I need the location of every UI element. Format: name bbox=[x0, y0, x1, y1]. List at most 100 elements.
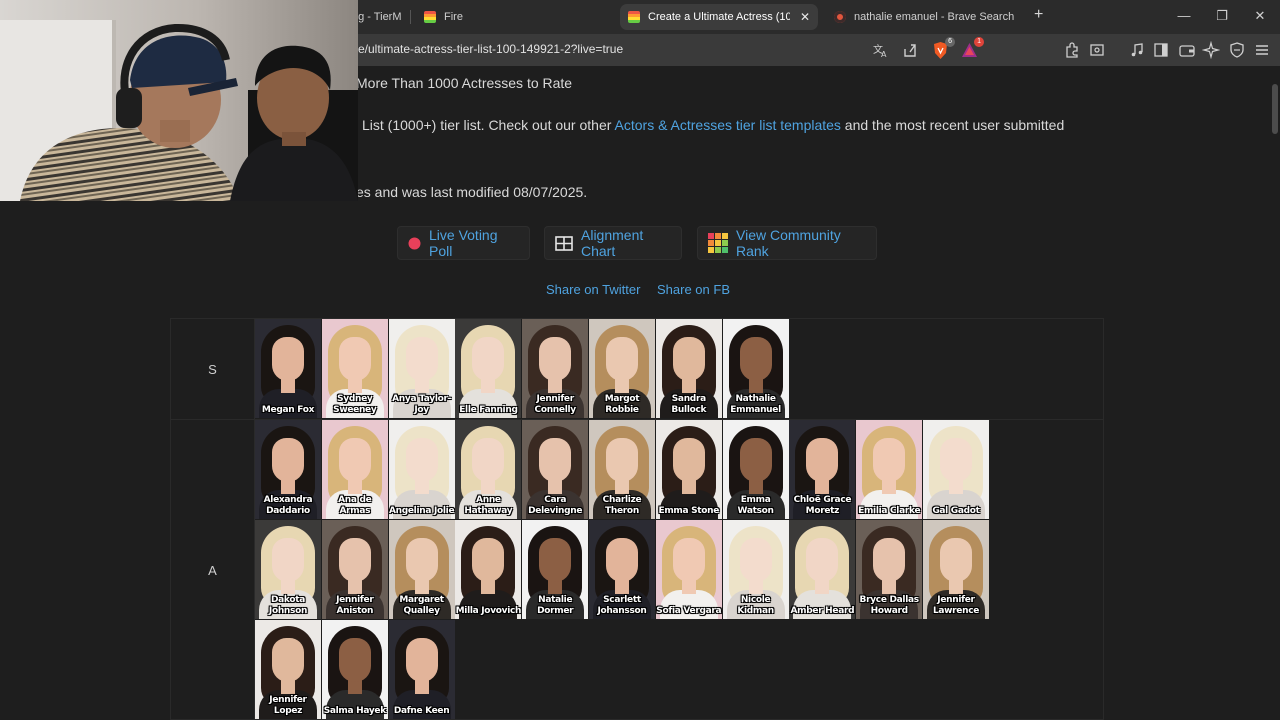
share-fb-link[interactable]: Share on FB bbox=[657, 282, 730, 297]
url-field[interactable]: e/ultimate-actress-tier-list-100-149921-… bbox=[358, 42, 623, 56]
tier-card[interactable]: Nathalie Emmanuel bbox=[722, 319, 789, 418]
tier-card[interactable]: Salma Hayek bbox=[321, 620, 388, 719]
actors-templates-link[interactable]: Actors & Actresses tier list templates bbox=[615, 117, 841, 133]
tier-card[interactable]: Emilia Clarke bbox=[856, 420, 923, 519]
tier-card-name: Cara Delevingne bbox=[528, 495, 583, 516]
tier-card[interactable]: Charlize Theron bbox=[589, 420, 655, 519]
tier-card-name: Alexandra Daddario bbox=[263, 495, 313, 516]
tier-card[interactable]: Sandra Bullock bbox=[655, 319, 722, 418]
portrait-face bbox=[606, 438, 638, 482]
tier-card[interactable]: Jennifer Lopez bbox=[255, 620, 321, 719]
tier-card[interactable]: Elle Fanning bbox=[455, 319, 522, 418]
restore-button[interactable]: ❐ bbox=[1212, 8, 1232, 24]
tier-card[interactable]: Alexandra Daddario bbox=[255, 420, 321, 519]
tier-card[interactable]: Anne Hathaway bbox=[455, 420, 522, 519]
tier-card-name: Bryce Dallas Howard bbox=[859, 595, 920, 616]
tiermaker-favicon-icon bbox=[424, 11, 436, 23]
portrait-face bbox=[472, 337, 505, 381]
last-modified-text: es and was last modified 08/07/2025. bbox=[356, 184, 588, 200]
tier-card[interactable]: Dakota Johnson bbox=[255, 520, 321, 619]
tier-card[interactable]: Anya Taylor-Joy bbox=[388, 319, 455, 418]
tier-card-name: Milla Jovovich bbox=[455, 606, 522, 616]
tier-card[interactable]: Jennifer Connelly bbox=[522, 319, 589, 418]
tier-card-name: Elle Fanning bbox=[459, 405, 518, 415]
tier-card[interactable]: Margot Robbie bbox=[589, 319, 655, 418]
tier-card-name: Salma Hayek bbox=[323, 706, 387, 716]
tier-card-name: Jennifer Connelly bbox=[534, 394, 577, 415]
tier-card[interactable]: Margaret Qualley bbox=[388, 520, 455, 619]
sidebar-icon[interactable] bbox=[1152, 41, 1170, 59]
tier-card-name: Scarlett Johansson bbox=[597, 595, 647, 616]
tier-card-name: Margaret Qualley bbox=[399, 595, 444, 616]
tier-card[interactable]: Sofia Vergara bbox=[655, 520, 722, 619]
portrait-face bbox=[405, 638, 438, 682]
tier-card-name: Nathalie Emmanuel bbox=[730, 394, 781, 415]
portrait-face bbox=[272, 538, 304, 582]
tier-card-name: Dafne Keen bbox=[393, 706, 450, 716]
portrait-face bbox=[672, 538, 705, 582]
live-voting-poll-button[interactable]: Live Voting Poll bbox=[397, 226, 530, 260]
extensions-icon[interactable] bbox=[1063, 41, 1081, 59]
webcam-video bbox=[0, 0, 358, 201]
reader-icon[interactable] bbox=[1088, 41, 1106, 59]
tier-card[interactable]: Gal Gadot bbox=[923, 420, 989, 519]
tier-card[interactable]: Amber Heard bbox=[789, 520, 856, 619]
tier-card[interactable]: Angelina Jolie bbox=[388, 420, 455, 519]
tier-card[interactable]: Chloë Grace Moretz bbox=[789, 420, 856, 519]
tier-card[interactable]: Cara Delevingne bbox=[522, 420, 589, 519]
portrait-face bbox=[405, 438, 438, 482]
close-window-button[interactable]: ✕ bbox=[1250, 8, 1270, 24]
tier-card[interactable]: Dafne Keen bbox=[388, 620, 455, 719]
tab-separator bbox=[410, 10, 411, 24]
tier-label-s[interactable]: S bbox=[171, 319, 255, 419]
tier-card[interactable]: Milla Jovovich bbox=[455, 520, 522, 619]
translate-icon[interactable]: 文 A bbox=[872, 41, 890, 59]
tier-card-name: Charlize Theron bbox=[602, 495, 642, 516]
wallet-icon[interactable] bbox=[1178, 41, 1196, 59]
view-community-rank-button[interactable]: View Community Rank bbox=[697, 226, 877, 260]
tier-list: S A Megan Fox Sydney Sweeney Anya Taylor-J… bbox=[170, 318, 1104, 720]
tier-card[interactable]: Jennifer Lawrence bbox=[923, 520, 989, 619]
brave-rewards-icon[interactable]: 1 bbox=[961, 37, 984, 60]
tier-card[interactable]: Emma Stone bbox=[655, 420, 722, 519]
portrait-face bbox=[272, 438, 304, 482]
tier-card-name: Gal Gadot bbox=[932, 506, 980, 516]
page-description: List (1000+) tier list. Check out our ot… bbox=[362, 117, 1065, 133]
tier-card[interactable]: Jennifer Aniston bbox=[321, 520, 388, 619]
tab-brave-search[interactable]: nathalie emanuel - Brave Search bbox=[826, 4, 1026, 30]
minimize-button[interactable]: — bbox=[1174, 8, 1194, 23]
tier-card[interactable]: Scarlett Johansson bbox=[589, 520, 655, 619]
portrait-face bbox=[472, 538, 505, 582]
tier-card-name: Anya Taylor-Joy bbox=[392, 394, 452, 415]
tab-create-actress[interactable]: Create a Ultimate Actress (1000+ ✕ bbox=[620, 4, 818, 30]
tier-card[interactable]: Megan Fox bbox=[255, 319, 321, 418]
tier-label-a[interactable]: A bbox=[171, 420, 255, 720]
vpn-shield-icon[interactable] bbox=[1228, 41, 1246, 59]
tab-fire[interactable]: Fire bbox=[416, 4, 606, 30]
alignment-chart-button[interactable]: Alignment Chart bbox=[544, 226, 682, 260]
music-icon[interactable] bbox=[1128, 41, 1146, 59]
portrait-face bbox=[405, 538, 438, 582]
tier-card[interactable]: Sydney Sweeney bbox=[321, 319, 388, 418]
share-icon[interactable] bbox=[901, 41, 919, 59]
tier-card[interactable]: Bryce Dallas Howard bbox=[856, 520, 923, 619]
tier-card-name: Anne Hathaway bbox=[464, 495, 513, 516]
svg-text:A: A bbox=[881, 50, 887, 59]
new-tab-button[interactable]: + bbox=[1034, 6, 1043, 24]
portrait-face bbox=[338, 438, 371, 482]
tier-card[interactable]: Nicole Kidman bbox=[722, 520, 789, 619]
share-twitter-link[interactable]: Share on Twitter bbox=[546, 282, 640, 297]
tier-card[interactable]: Natalie Dormer bbox=[522, 520, 589, 619]
tier-card-name: Ana de Armas bbox=[338, 495, 372, 516]
webcam-overlay bbox=[0, 0, 358, 201]
page-scrollbar[interactable] bbox=[1272, 84, 1278, 134]
tier-card[interactable]: Emma Watson bbox=[722, 420, 789, 519]
menu-icon[interactable] bbox=[1253, 41, 1271, 59]
brave-shields-icon[interactable]: 6 bbox=[932, 37, 955, 60]
leo-ai-icon[interactable] bbox=[1202, 41, 1220, 59]
portrait-face bbox=[472, 438, 505, 482]
tab-label: nathalie emanuel - Brave Search bbox=[854, 11, 1015, 23]
tier-card[interactable]: Ana de Armas bbox=[321, 420, 388, 519]
rewards-count-badge: 1 bbox=[974, 37, 984, 47]
tab-close-icon[interactable]: ✕ bbox=[792, 10, 810, 24]
